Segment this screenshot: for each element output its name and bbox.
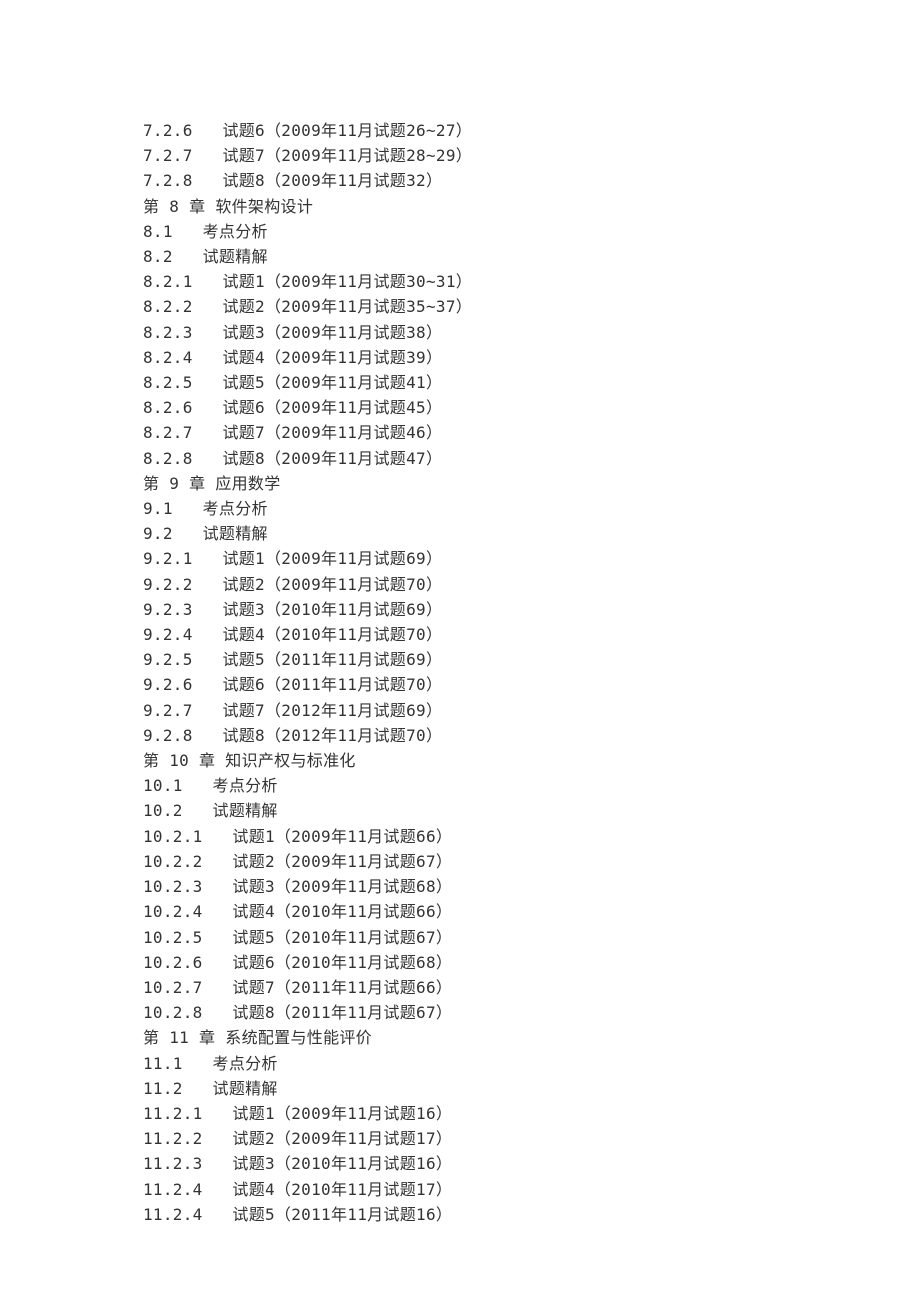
toc-line: 9.2 试题精解: [143, 521, 920, 546]
toc-line: 8.2.2 试题2（2009年11月试题35~37）: [143, 294, 920, 319]
toc-line: 8.2 试题精解: [143, 244, 920, 269]
toc-line: 10.2.6 试题6（2010年11月试题68）: [143, 950, 920, 975]
toc-line: 10.2.8 试题8（2011年11月试题67）: [143, 1000, 920, 1025]
toc-line: 10.2.5 试题5（2010年11月试题67）: [143, 925, 920, 950]
toc-line: 第 10 章 知识产权与标准化: [143, 748, 920, 773]
toc-list: 7.2.6 试题6（2009年11月试题26~27）7.2.7 试题7（2009…: [143, 118, 920, 1227]
toc-line: 9.2.5 试题5（2011年11月试题69）: [143, 647, 920, 672]
toc-line: 11.2.4 试题5（2011年11月试题16）: [143, 1202, 920, 1227]
toc-line: 9.2.8 试题8（2012年11月试题70）: [143, 723, 920, 748]
toc-line: 11.2.3 试题3（2010年11月试题16）: [143, 1151, 920, 1176]
toc-line: 9.2.4 试题4（2010年11月试题70）: [143, 622, 920, 647]
toc-line: 8.2.7 试题7（2009年11月试题46）: [143, 420, 920, 445]
toc-line: 11.2 试题精解: [143, 1076, 920, 1101]
toc-line: 8.2.4 试题4（2009年11月试题39）: [143, 345, 920, 370]
toc-line: 8.2.3 试题3（2009年11月试题38）: [143, 320, 920, 345]
toc-line: 10.2.2 试题2（2009年11月试题67）: [143, 849, 920, 874]
toc-line: 10.2 试题精解: [143, 798, 920, 823]
toc-line: 11.2.4 试题4（2010年11月试题17）: [143, 1177, 920, 1202]
toc-line: 第 8 章 软件架构设计: [143, 194, 920, 219]
toc-line: 11.2.2 试题2（2009年11月试题17）: [143, 1126, 920, 1151]
toc-line: 9.2.1 试题1（2009年11月试题69）: [143, 546, 920, 571]
toc-line: 10.1 考点分析: [143, 773, 920, 798]
toc-line: 9.2.2 试题2（2009年11月试题70）: [143, 572, 920, 597]
toc-line: 8.2.1 试题1（2009年11月试题30~31）: [143, 269, 920, 294]
toc-line: 7.2.6 试题6（2009年11月试题26~27）: [143, 118, 920, 143]
toc-line: 8.1 考点分析: [143, 219, 920, 244]
toc-line: 9.2.7 试题7（2012年11月试题69）: [143, 698, 920, 723]
toc-line: 10.2.4 试题4（2010年11月试题66）: [143, 899, 920, 924]
toc-line: 10.2.7 试题7（2011年11月试题66）: [143, 975, 920, 1000]
toc-line: 9.2.3 试题3（2010年11月试题69）: [143, 597, 920, 622]
toc-line: 10.2.3 试题3（2009年11月试题68）: [143, 874, 920, 899]
toc-line: 8.2.5 试题5（2009年11月试题41）: [143, 370, 920, 395]
toc-line: 8.2.8 试题8（2009年11月试题47）: [143, 446, 920, 471]
toc-line: 11.1 考点分析: [143, 1051, 920, 1076]
toc-line: 第 9 章 应用数学: [143, 471, 920, 496]
toc-line: 9.1 考点分析: [143, 496, 920, 521]
toc-line: 11.2.1 试题1（2009年11月试题16）: [143, 1101, 920, 1126]
toc-line: 7.2.8 试题8（2009年11月试题32）: [143, 168, 920, 193]
toc-line: 7.2.7 试题7（2009年11月试题28~29）: [143, 143, 920, 168]
toc-line: 9.2.6 试题6（2011年11月试题70）: [143, 672, 920, 697]
toc-line: 10.2.1 试题1（2009年11月试题66）: [143, 824, 920, 849]
toc-line: 8.2.6 试题6（2009年11月试题45）: [143, 395, 920, 420]
toc-line: 第 11 章 系统配置与性能评价: [143, 1025, 920, 1050]
